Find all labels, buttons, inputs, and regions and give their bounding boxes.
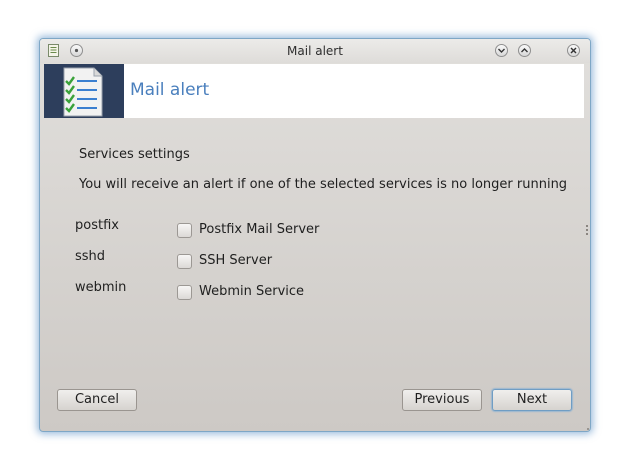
cancel-button[interactable]: Cancel <box>57 389 137 411</box>
previous-button[interactable]: Previous <box>402 389 482 411</box>
close-button[interactable] <box>567 44 580 57</box>
splitter-handle-icon[interactable] <box>586 225 588 235</box>
checklist-document-icon <box>63 67 103 117</box>
chevron-down-icon <box>498 48 505 53</box>
postfix-checkbox[interactable] <box>177 223 192 238</box>
resize-corner-icon[interactable] <box>583 424 589 430</box>
postfix-checkbox-label[interactable]: Postfix Mail Server <box>199 222 319 237</box>
sshd-checkbox-label[interactable]: SSH Server <box>199 253 272 268</box>
service-name-sshd: sshd <box>75 249 106 264</box>
section-label: Services settings <box>79 147 190 162</box>
minimize-button[interactable] <box>495 44 508 57</box>
service-name-webmin: webmin <box>75 280 127 295</box>
webmin-checkbox-label[interactable]: Webmin Service <box>199 284 304 299</box>
chevron-up-icon <box>521 48 528 53</box>
banner-logo <box>44 64 124 118</box>
wizard-window: Mail alert Mail alert Services settings … <box>39 38 591 432</box>
title-bar[interactable]: Mail alert <box>40 39 590 63</box>
wizard-banner: Mail alert <box>44 64 584 118</box>
webmin-checkbox[interactable] <box>177 285 192 300</box>
description-text: You will receive an alert if one of the … <box>79 177 568 192</box>
service-name-postfix: postfix <box>75 218 119 233</box>
close-icon <box>570 47 577 54</box>
banner-title: Mail alert <box>130 80 210 100</box>
next-button[interactable]: Next <box>492 389 572 411</box>
maximize-button[interactable] <box>518 44 531 57</box>
sshd-checkbox[interactable] <box>177 254 192 269</box>
